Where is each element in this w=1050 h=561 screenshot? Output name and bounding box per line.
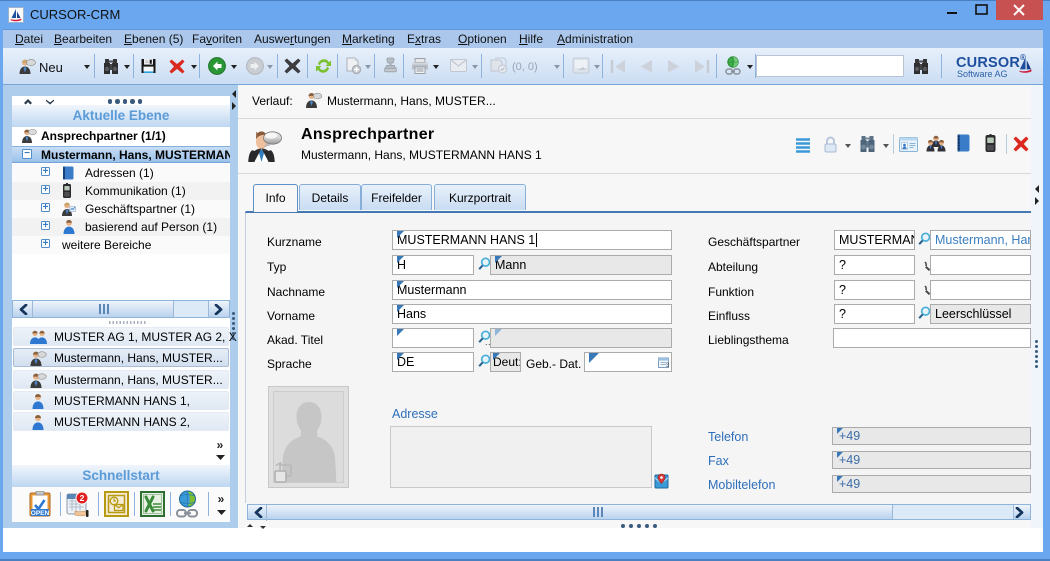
svg-text:OPEN: OPEN [31, 510, 50, 517]
svg-text:3: 3 [666, 363, 669, 368]
svg-text:2: 2 [80, 493, 85, 503]
